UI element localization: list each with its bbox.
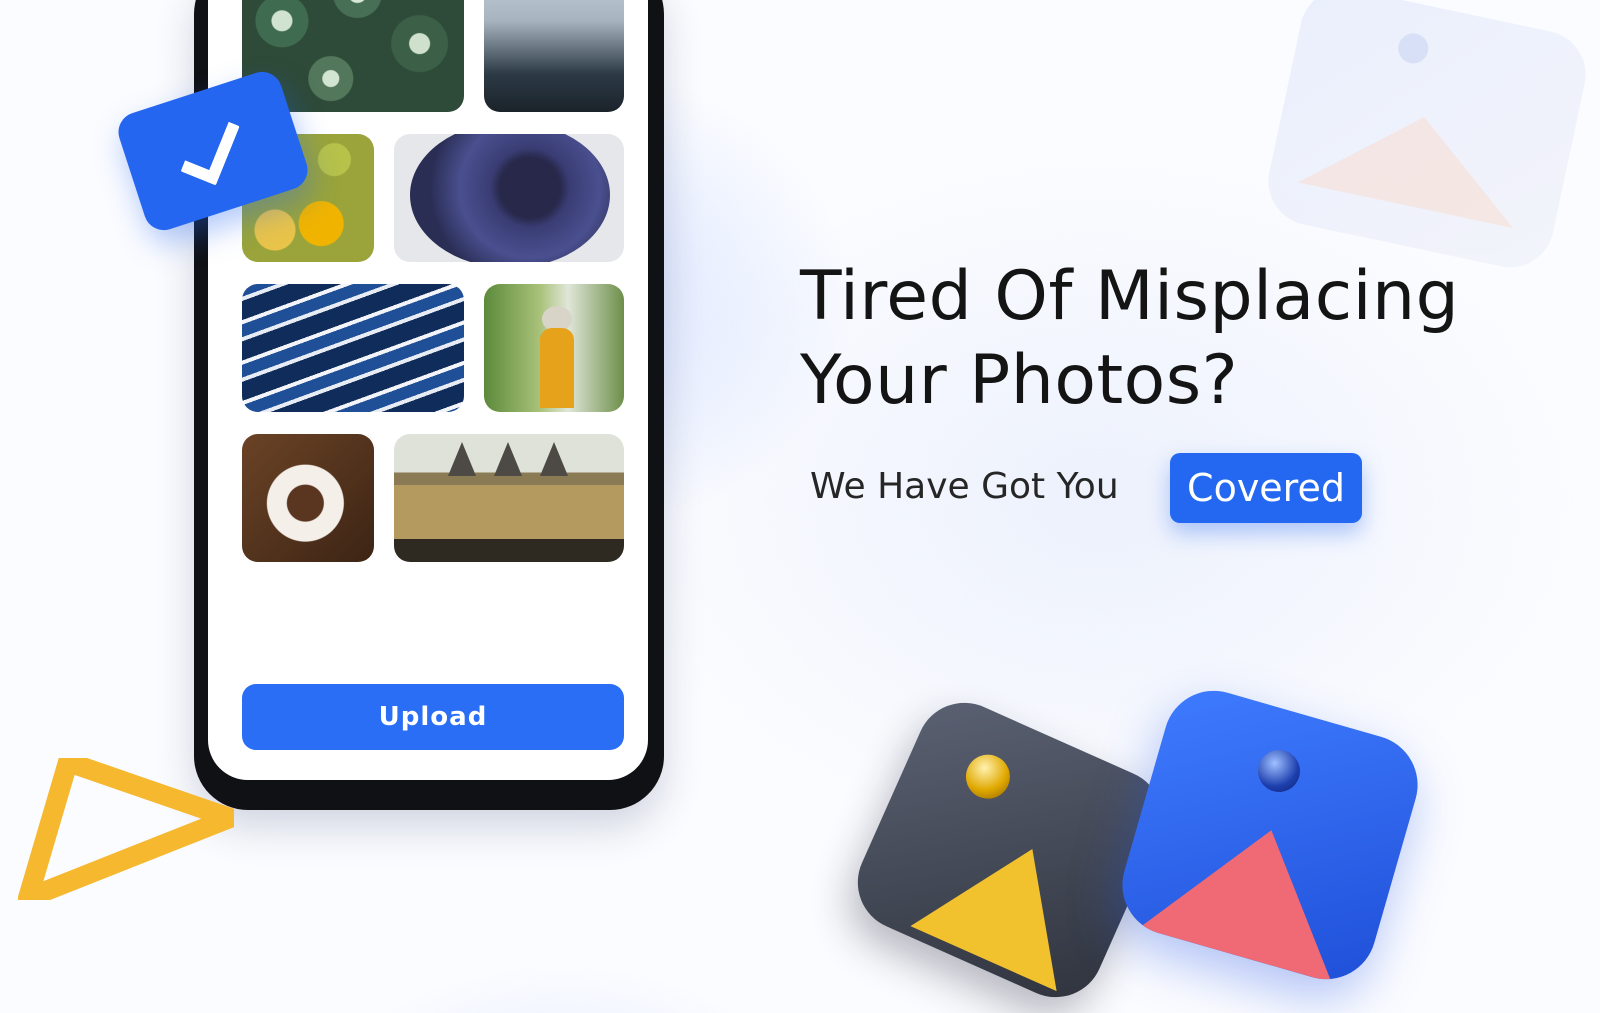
photo-thumbnail[interactable] xyxy=(484,0,624,112)
triangle-icon xyxy=(18,758,234,900)
photo-thumbnail[interactable] xyxy=(242,284,464,412)
photo-thumbnail[interactable] xyxy=(394,434,624,562)
photo-thumbnail[interactable] xyxy=(394,134,624,262)
gallery-icon-dark xyxy=(842,687,1178,1013)
gallery-icon-blue xyxy=(1110,679,1430,991)
tagline-text: We Have Got You xyxy=(810,466,1119,507)
photo-thumbnail[interactable] xyxy=(484,284,624,412)
headline: Tired Of Misplacing Your Photos? xyxy=(800,255,1459,423)
headline-line-2: Your Photos? xyxy=(800,341,1239,420)
upload-button[interactable]: Upload xyxy=(242,684,624,750)
headline-line-1: Tired Of Misplacing xyxy=(800,257,1460,336)
covered-badge: Covered xyxy=(1170,453,1362,523)
gallery-icon-faded xyxy=(1260,0,1594,276)
photo-thumbnail[interactable] xyxy=(242,434,374,562)
